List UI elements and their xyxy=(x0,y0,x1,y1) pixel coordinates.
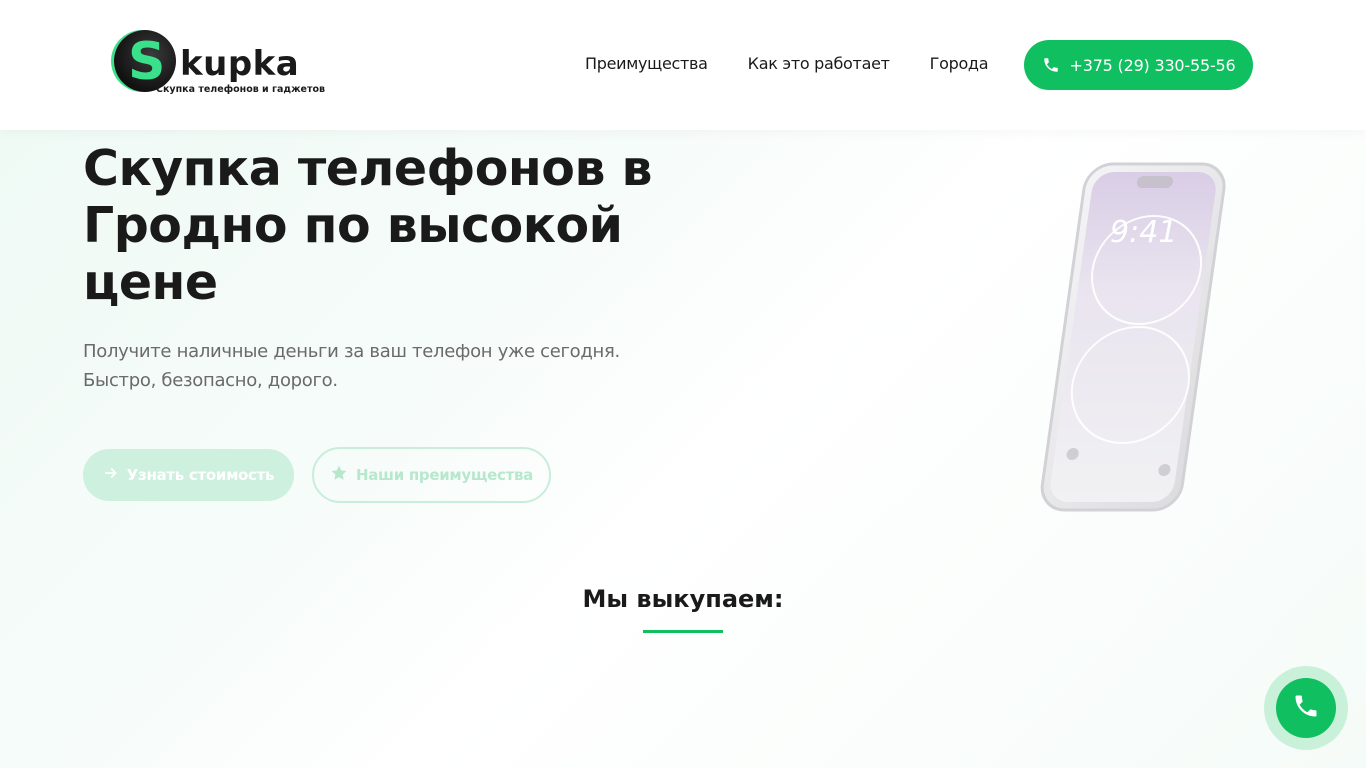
section-title: Мы выкупаем: xyxy=(582,585,784,613)
logo-letter: S xyxy=(128,32,166,92)
hero-subtitle: Получите наличные деньги за ваш телефон … xyxy=(83,337,623,395)
advantages-button[interactable]: Наши преимущества xyxy=(312,447,551,503)
hero-subtitle-line2: Быстро, безопасно, дорого. xyxy=(83,370,338,391)
phone-call-button[interactable]: +375 (29) 330-55-56 xyxy=(1024,40,1253,90)
star-icon xyxy=(330,464,348,486)
advantages-label: Наши преимущества xyxy=(355,466,534,484)
phone-icon xyxy=(1292,692,1320,724)
nav-link-how-it-works[interactable]: Как это работает xyxy=(748,52,890,76)
phone-number-label: +375 (29) 330-55-56 xyxy=(1069,55,1236,75)
logo[interactable]: S kupka Скупка телефонов и гаджетов xyxy=(114,30,325,98)
arrow-right-icon xyxy=(103,465,119,485)
logo-word: kupka xyxy=(180,44,300,84)
phone-icon xyxy=(1042,56,1060,74)
get-price-label: Узнать стоимость xyxy=(126,466,275,484)
get-price-button[interactable]: Узнать стоимость xyxy=(83,449,294,501)
site-header: S kupka Скупка телефонов и гаджетов Преи… xyxy=(0,0,1366,130)
floating-call-inner xyxy=(1276,678,1336,738)
main-nav: Преимущества Как это работает Города xyxy=(585,52,989,76)
section-title-underline xyxy=(643,630,723,633)
hero-title: Скупка телефонов в Гродно по высокой цен… xyxy=(83,140,653,311)
logo-tagline: Скупка телефонов и гаджетов xyxy=(156,84,326,95)
nav-link-advantages[interactable]: Преимущества xyxy=(585,52,708,76)
nav-link-cities[interactable]: Города xyxy=(930,52,989,76)
floating-call-button[interactable] xyxy=(1264,666,1348,750)
hero-phone-image: 9:41 xyxy=(1020,160,1230,520)
phone-screen-time: 9:41 xyxy=(1110,215,1177,250)
hero-subtitle-line1: Получите наличные деньги за ваш телефон … xyxy=(83,341,620,362)
